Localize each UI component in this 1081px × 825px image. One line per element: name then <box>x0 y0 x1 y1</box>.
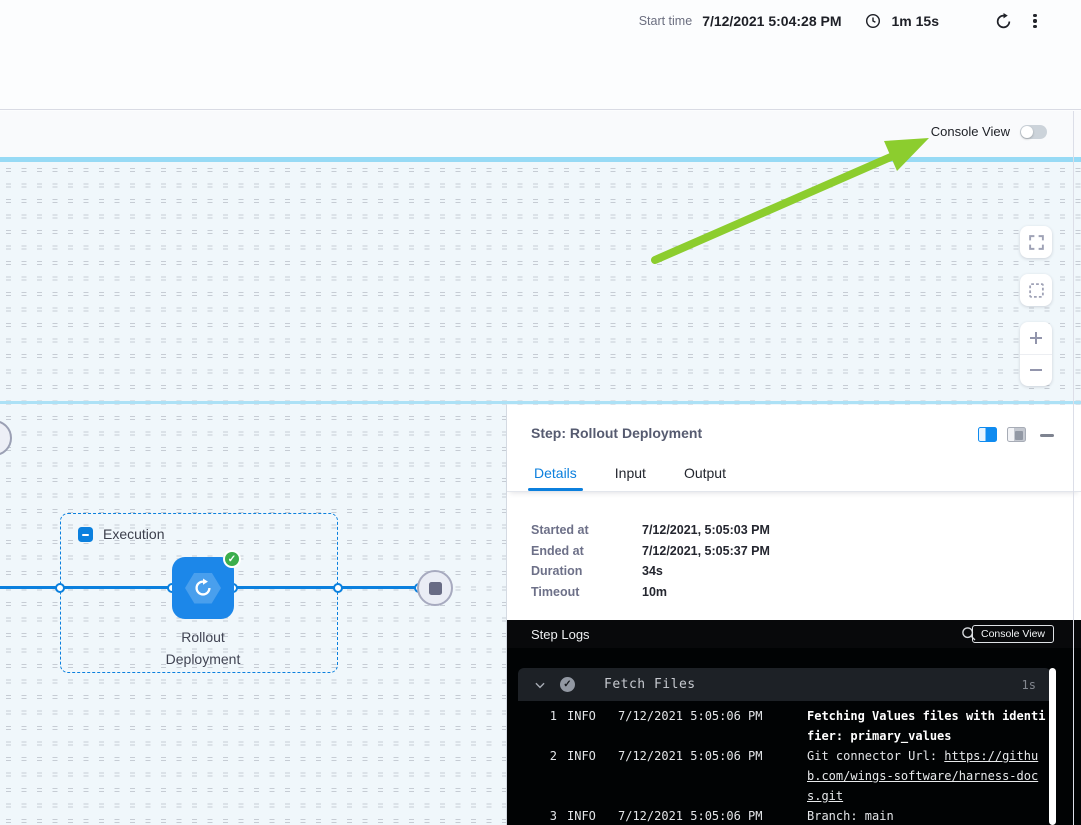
detail-row: Ended at7/12/2021, 5:05:37 PM <box>531 541 1081 562</box>
zoom-out-button[interactable] <box>1020 355 1052 387</box>
rollout-deployment-node[interactable]: ✓ <box>172 557 234 619</box>
zoom-controls <box>1020 322 1052 386</box>
clock-icon <box>864 12 882 30</box>
pipeline-end-node <box>417 570 453 606</box>
panel-tabs: Details Input Output <box>507 455 1081 492</box>
minus-icon <box>82 534 89 536</box>
duration-value: 1m 15s <box>892 13 939 29</box>
start-time-label: Start time <box>639 14 693 28</box>
detail-label: Duration <box>531 564 642 578</box>
pipeline-execution-page: Start time 7/12/2021 5:04:28 PM 1m 15s C… <box>0 0 1081 825</box>
step-logs-title: Step Logs <box>531 627 590 642</box>
console-view-toggle[interactable] <box>1020 125 1047 139</box>
minimize-panel-button[interactable] <box>1040 434 1054 437</box>
layout-split-right-button[interactable] <box>978 427 997 442</box>
chevron-down-icon <box>533 678 547 692</box>
fit-selection-button[interactable] <box>1020 274 1052 306</box>
log-line-number: 2 <box>518 746 557 806</box>
rollout-refresh-icon <box>192 577 214 599</box>
detail-value: 7/12/2021, 5:05:37 PM <box>642 544 770 558</box>
refresh-button[interactable] <box>991 9 1015 33</box>
previous-node-partial <box>0 420 12 456</box>
success-check-badge: ✓ <box>223 550 241 568</box>
log-section-name: Fetch Files <box>604 677 696 692</box>
log-line-number: 1 <box>518 706 557 746</box>
log-section-header[interactable]: ✓ Fetch Files 1s <box>518 668 1051 701</box>
log-row: 3 INFO 7/12/2021 5:05:06 PM Branch: main <box>518 806 1051 825</box>
step-details-list: Started at7/12/2021, 5:05:03 PMEnded at7… <box>507 492 1081 620</box>
stop-square-icon <box>429 582 442 595</box>
rollout-hexagon <box>185 573 221 604</box>
detail-value: 7/12/2021, 5:05:03 PM <box>642 523 770 537</box>
log-message: Git connector Url: https://github.com/wi… <box>807 746 1051 806</box>
node-label-line2: Deployment <box>123 648 283 670</box>
log-row: 2 INFO 7/12/2021 5:05:06 PM Git connector U… <box>518 746 1051 806</box>
toggle-knob <box>1021 126 1033 138</box>
detail-row: Duration34s <box>531 561 1081 582</box>
log-message: Fetching Values files with identifier: p… <box>807 706 1051 746</box>
log-line-number: 3 <box>518 806 557 825</box>
fullscreen-icon <box>1028 234 1045 251</box>
node-label-line1: Rollout <box>123 626 283 648</box>
kebab-icon <box>1033 14 1036 29</box>
log-scrollbar-thumb[interactable] <box>1049 668 1056 825</box>
start-time-value: 7/12/2021 5:04:28 PM <box>702 13 841 29</box>
top-bar: Start time 7/12/2021 5:04:28 PM 1m 15s <box>0 0 1081 110</box>
log-entries: 1 INFO 7/12/2021 5:05:06 PM Fetching Values… <box>518 701 1051 825</box>
collapse-execution-button[interactable] <box>78 527 93 542</box>
section-success-icon: ✓ <box>560 677 575 692</box>
log-timestamp: 7/12/2021 5:05:06 PM <box>618 806 774 825</box>
port-group-out <box>333 583 343 593</box>
fullscreen-button[interactable] <box>1020 226 1052 258</box>
detail-row: Timeout10m <box>531 582 1081 603</box>
execution-group-label: Execution <box>103 526 164 542</box>
detail-value: 34s <box>642 564 663 578</box>
step-logs-console: ✓ Fetch Files 1s 1 INFO 7/12/2021 5:05:06 … <box>507 648 1081 825</box>
panel-right-icon <box>1015 431 1023 440</box>
minus-icon <box>1028 362 1044 378</box>
console-view-toggle-row: Console View <box>931 124 1047 139</box>
log-timestamp: 7/12/2021 5:05:06 PM <box>618 706 774 746</box>
marquee-icon <box>1028 282 1045 299</box>
panel-title: Step: Rollout Deployment <box>531 425 702 441</box>
more-options-kebab-button[interactable] <box>1023 9 1047 33</box>
detail-row: Started at7/12/2021, 5:05:03 PM <box>531 520 1081 541</box>
log-timestamp: 7/12/2021 5:05:06 PM <box>618 746 774 806</box>
panel-header: Step: Rollout Deployment <box>507 405 1081 455</box>
step-logs-bar: Step Logs Console View <box>507 620 1081 648</box>
divider-blue-middle <box>0 401 1081 404</box>
log-level: INFO <box>567 806 603 825</box>
port-group-in <box>55 583 65 593</box>
right-edge-border <box>1073 111 1074 825</box>
canvas-toolbar: Console View <box>0 111 1081 157</box>
execution-meta-row: Start time 7/12/2021 5:04:28 PM 1m 15s <box>639 8 1047 34</box>
log-console-view-button[interactable]: Console View <box>972 625 1054 643</box>
node-label: Rollout Deployment <box>123 626 283 670</box>
tab-details[interactable]: Details <box>532 456 579 490</box>
detail-value: 10m <box>642 585 667 599</box>
log-section-duration: 1s <box>1022 678 1036 692</box>
log-message: Branch: main <box>807 806 1051 825</box>
tab-input[interactable]: Input <box>613 456 648 490</box>
console-view-label: Console View <box>931 124 1010 139</box>
detail-label: Ended at <box>531 544 642 558</box>
log-row: 1 INFO 7/12/2021 5:05:06 PM Fetching Values… <box>518 706 1051 746</box>
zoom-in-button[interactable] <box>1020 322 1052 355</box>
plus-icon <box>1028 330 1044 346</box>
detail-label: Started at <box>531 523 642 537</box>
detail-label: Timeout <box>531 585 642 599</box>
log-level: INFO <box>567 746 603 806</box>
tab-output[interactable]: Output <box>682 456 728 490</box>
step-details-panel: Step: Rollout Deployment Details Input Out… <box>506 405 1081 825</box>
layout-panel-right-button[interactable] <box>1007 427 1026 442</box>
log-level: INFO <box>567 706 603 746</box>
